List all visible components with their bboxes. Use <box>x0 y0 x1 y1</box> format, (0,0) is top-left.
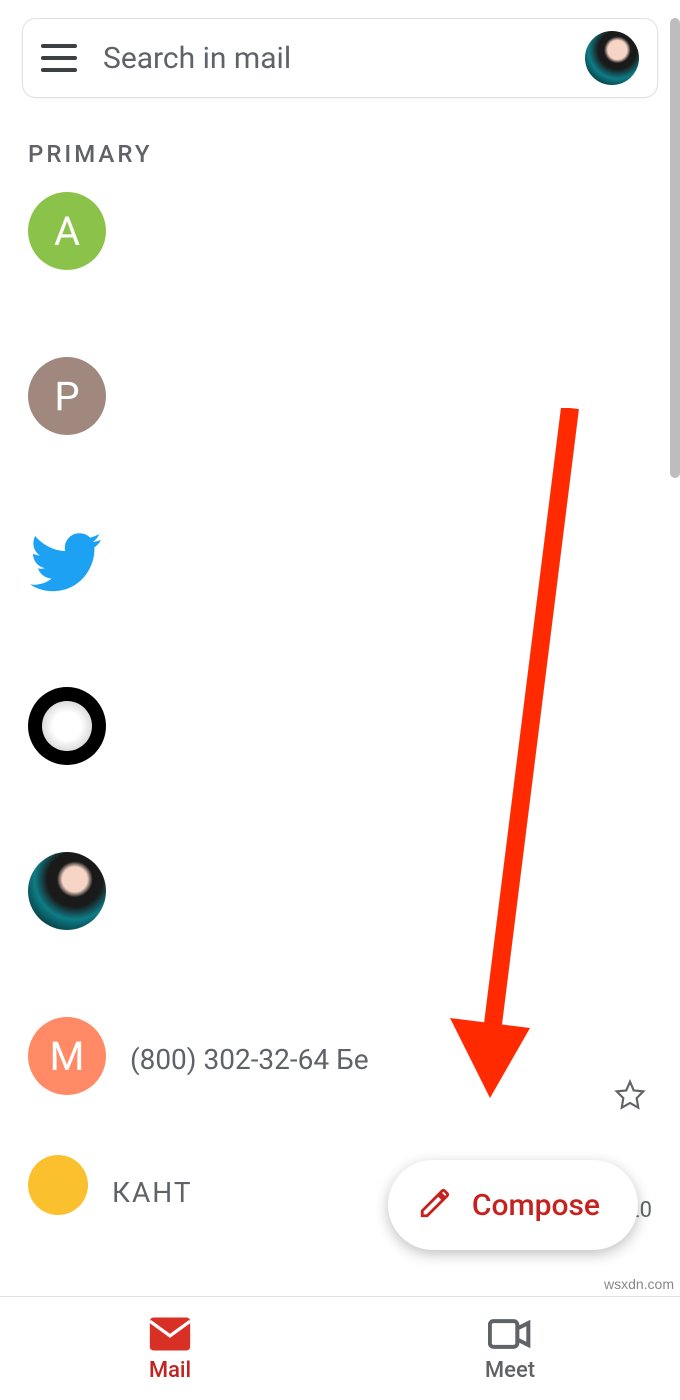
nav-label: Mail <box>149 1358 191 1383</box>
mail-icon <box>148 1314 192 1354</box>
pencil-icon <box>418 1186 452 1224</box>
sender-avatar <box>28 852 106 930</box>
mail-row[interactable]: A <box>0 192 680 357</box>
search-bar[interactable]: Search in mail <box>22 18 658 98</box>
sender-avatar: M <box>28 1017 106 1095</box>
twitter-icon <box>28 522 106 600</box>
nav-label: Meet <box>485 1358 535 1383</box>
sender-avatar <box>28 1155 88 1215</box>
mail-row[interactable]: P <box>0 357 680 522</box>
section-label: PRIMARY <box>28 140 680 168</box>
bottom-nav: Mail Meet <box>0 1296 680 1400</box>
compose-button[interactable]: Compose <box>388 1160 638 1250</box>
profile-avatar[interactable] <box>585 31 639 85</box>
sender-avatar: P <box>28 357 106 435</box>
search-input[interactable]: Search in mail <box>103 41 585 76</box>
sender-avatar: A <box>28 192 106 270</box>
nav-meet[interactable]: Meet <box>340 1297 680 1400</box>
nav-mail[interactable]: Mail <box>0 1297 340 1400</box>
menu-icon[interactable] <box>41 44 77 72</box>
mail-row[interactable] <box>0 852 680 1017</box>
sender-avatar <box>28 687 106 765</box>
mail-snippet: (800) 302-32-64 Бе <box>130 1017 652 1076</box>
mail-row[interactable] <box>0 522 680 687</box>
mail-row[interactable] <box>0 687 680 852</box>
mail-row[interactable]: M (800) 302-32-64 Бе <box>0 1017 680 1147</box>
star-icon[interactable] <box>614 1079 646 1119</box>
mail-list: A P M (800) 302-32-64 Бе КАНТ 11/12/2020 <box>0 192 680 1207</box>
video-icon <box>488 1314 532 1354</box>
compose-label: Compose <box>472 1188 600 1223</box>
watermark: wsxdn.com <box>604 1276 674 1292</box>
